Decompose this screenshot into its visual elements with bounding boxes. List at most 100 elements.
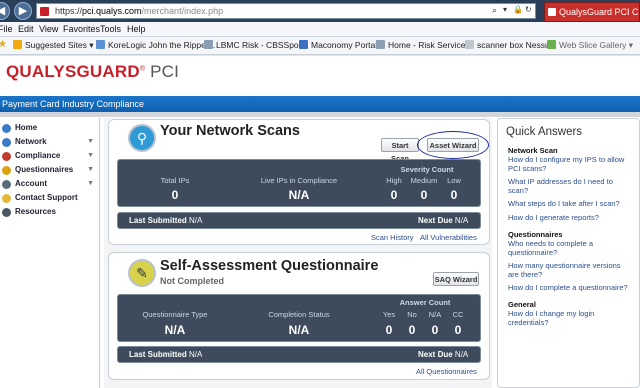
- tab-favicon-icon: [548, 8, 556, 16]
- fav-risk-services[interactable]: Home - Risk Services: [376, 40, 470, 50]
- qa-link-complete-questionnaire[interactable]: How do I complete a questionnaire?: [508, 283, 633, 292]
- tab-title: QualysGuard PCI Compl: [559, 7, 639, 17]
- answer-na-label: N/A: [428, 310, 442, 319]
- page-icon: [465, 40, 474, 49]
- questionnaire-type-value: N/A: [164, 323, 186, 337]
- severity-medium-value: 0: [420, 188, 428, 202]
- severity-low-label: Low: [447, 176, 461, 185]
- saq-last-submitted: Last Submitted N/A: [129, 350, 203, 359]
- menu-file[interactable]: File: [0, 24, 13, 34]
- address-bar[interactable]: https://pci.qualys.com/merchant/index.ph…: [36, 3, 536, 19]
- total-ips-value: 0: [171, 188, 179, 202]
- page-icon: [96, 40, 105, 49]
- qa-link-configure-ips[interactable]: How do I configure my IPS to allow PCI s…: [508, 155, 633, 173]
- questionnaire-icon: ✎: [128, 259, 156, 287]
- general-heading: General: [508, 300, 536, 309]
- fav-korelogic[interactable]: KoreLogic John the Ripper...: [96, 40, 215, 50]
- web-slice-icon: [547, 40, 556, 49]
- dropdown-icon[interactable]: ▾: [503, 5, 507, 14]
- severity-low-value: 0: [450, 188, 458, 202]
- sidebar-item-compliance[interactable]: Compliance ▼: [0, 149, 98, 163]
- support-icon: [2, 194, 11, 203]
- page-icon: [204, 40, 213, 49]
- saq-next-due: Next Due N/A: [418, 350, 469, 359]
- favorites-star-icon[interactable]: ★: [0, 39, 7, 50]
- menu-edit[interactable]: Edit: [18, 24, 34, 34]
- live-ips-value: N/A: [288, 188, 310, 202]
- resources-icon: [2, 208, 11, 217]
- page-icon: [299, 40, 308, 49]
- questionnaire-type-label: Questionnaire Type: [142, 310, 208, 319]
- qa-link-after-scan[interactable]: What steps do I take after I scan?: [508, 199, 633, 208]
- site-favicon-icon: [40, 7, 49, 16]
- url-text: https://pci.qualys.com/merchant/index.ph…: [55, 6, 224, 16]
- network-scan-icon: ⚲: [128, 124, 156, 152]
- menu-tools[interactable]: Tools: [100, 24, 121, 34]
- start-scan-button[interactable]: Start Scan: [381, 138, 419, 163]
- answer-na-value: 0: [431, 323, 439, 337]
- severity-count-header: Severity Count: [400, 165, 454, 174]
- quick-answers-title: Quick Answers: [506, 126, 583, 138]
- saq-title: Self-Assessment Questionnaire: [160, 258, 379, 274]
- fav-lbmc-risk[interactable]: LBMC Risk - CBSSports: [204, 40, 308, 50]
- network-icon: [2, 138, 11, 147]
- search-icon[interactable]: ⌕: [492, 5, 497, 16]
- network-scans-title: Your Network Scans: [160, 123, 300, 139]
- menu-help[interactable]: Help: [127, 24, 146, 34]
- home-icon: [2, 124, 11, 133]
- highlight-circle: [417, 131, 489, 159]
- severity-high-value: 0: [390, 188, 398, 202]
- scan-history-link[interactable]: Scan History: [371, 233, 414, 242]
- answer-yes-value: 0: [385, 323, 393, 337]
- answer-cc-label: CC: [452, 310, 464, 319]
- forward-button[interactable]: ▶: [14, 2, 32, 20]
- saq-wizard-button[interactable]: SAQ Wizard: [433, 272, 479, 286]
- severity-medium-label: Medium: [410, 176, 438, 185]
- tab-qualysguard[interactable]: QualysGuard PCI Compl: [544, 2, 640, 22]
- qa-link-versions[interactable]: How many questionnaire versions are ther…: [508, 261, 633, 279]
- sidebar-item-questionnaires[interactable]: Questionnaires ▼: [0, 163, 98, 177]
- fav-suggested-sites[interactable]: Suggested Sites ▾: [13, 40, 94, 51]
- banner-title: Payment Card Industry Compliance: [2, 99, 145, 109]
- total-ips-label: Total IPs: [160, 176, 190, 185]
- menu-favorites[interactable]: Favorites: [63, 24, 100, 34]
- scan-next-due: Next Due N/A: [418, 216, 469, 225]
- fav-web-slice[interactable]: Web Slice Gallery ▾: [547, 40, 633, 51]
- severity-high-label: High: [386, 176, 402, 185]
- menu-view[interactable]: View: [39, 24, 58, 34]
- all-vulnerabilities-link[interactable]: All Vulnerabilities: [420, 233, 477, 242]
- qualysguard-logo[interactable]: QUALYSGUARD® PCI: [6, 62, 179, 82]
- completion-status-value: N/A: [288, 323, 310, 337]
- sidebar-item-contact-support[interactable]: Contact Support: [0, 191, 98, 205]
- qa-link-who-needs[interactable]: Who needs to complete a questionnaire?: [508, 239, 633, 257]
- network-scan-heading: Network Scan: [508, 146, 558, 155]
- fav-nessus[interactable]: scanner box Nessus: [465, 40, 554, 50]
- saq-status: Not Completed: [160, 276, 224, 286]
- divider: [0, 112, 640, 117]
- live-ips-label: Live IPs in Compliance: [260, 176, 338, 185]
- chevron-down-icon: ▼: [87, 138, 94, 145]
- suggested-sites-icon: [13, 40, 22, 49]
- completion-status-label: Completion Status: [268, 310, 330, 319]
- answer-cc-value: 0: [454, 323, 462, 337]
- page-icon: [376, 40, 385, 49]
- qa-link-login-credentials[interactable]: How do I change my login credentials?: [508, 309, 633, 327]
- account-icon: [2, 180, 11, 189]
- sidebar-item-network[interactable]: Network ▼: [0, 135, 98, 149]
- qa-link-generate-reports[interactable]: How do I generate reports?: [508, 213, 633, 222]
- fav-maconomy[interactable]: Maconomy Portal: [299, 40, 377, 50]
- sidebar-item-home[interactable]: Home: [0, 121, 98, 135]
- chevron-down-icon: ▼: [87, 180, 94, 187]
- compliance-icon: [2, 152, 11, 161]
- sidebar-item-account[interactable]: Account ▼: [0, 177, 98, 191]
- chevron-down-icon: ▼: [87, 152, 94, 159]
- questionnaires-heading: Questionnaires: [508, 230, 563, 239]
- lock-icon[interactable]: 🔒: [513, 5, 523, 14]
- sidebar-item-resources[interactable]: Resources: [0, 205, 98, 219]
- questionnaires-icon: [2, 166, 11, 175]
- refresh-icon[interactable]: ↻: [525, 5, 532, 14]
- answer-count-header: Answer Count: [399, 298, 451, 307]
- all-questionnaires-link[interactable]: All Questionnaires: [416, 367, 477, 376]
- qa-link-ip-addresses[interactable]: What IP addresses do I need to scan?: [508, 177, 633, 195]
- answer-yes-label: Yes: [382, 310, 396, 319]
